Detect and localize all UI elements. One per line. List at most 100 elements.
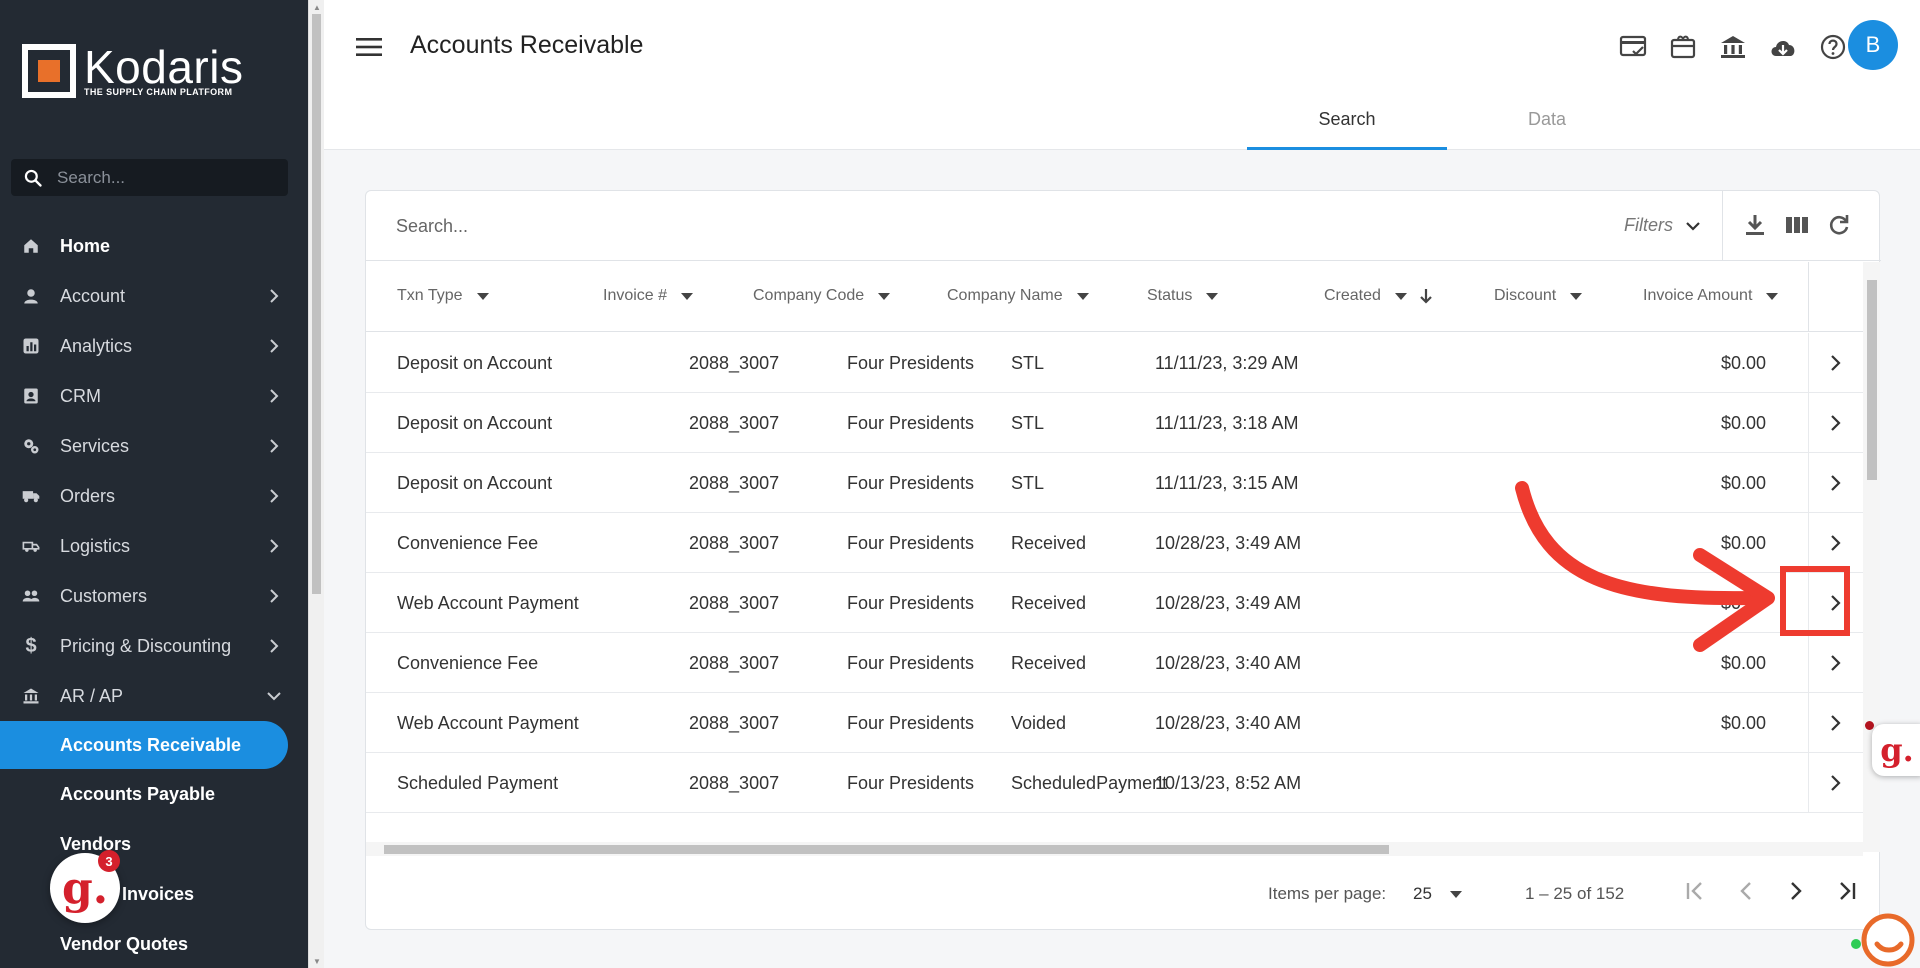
sidebar: Kodaris THE SUPPLY CHAIN PLATFORM Search… <box>0 0 308 968</box>
table-row[interactable]: Web Account Payment 2088_3007 Four Preside… <box>366 693 1863 753</box>
sidebar-subitem-accounts-payable[interactable]: Accounts Payable <box>0 769 308 819</box>
sidebar-nav: Home Account Analytics CRM Services Orde… <box>0 221 308 968</box>
search-icon <box>24 169 42 187</box>
cell-company-code: 2088_3007 <box>689 653 780 673</box>
kodaris-logo[interactable]: Kodaris THE SUPPLY CHAIN PLATFORM <box>22 44 243 98</box>
sidebar-subitem-vendor-quotes[interactable]: Vendor Quotes <box>0 919 308 968</box>
table-row[interactable]: Web Account Payment 2088_3007 Four Preside… <box>366 573 1863 633</box>
previous-page-icon[interactable] <box>1732 877 1760 905</box>
row-open-chevron-icon[interactable] <box>1808 693 1863 752</box>
column-header-company-code[interactable]: Company Code <box>753 287 891 305</box>
scroll-down-arrow-icon[interactable]: ▼ <box>313 957 321 966</box>
notification-count-badge: 3 <box>98 850 120 872</box>
column-header-status[interactable]: Status <box>1147 287 1219 305</box>
caret-down-icon <box>1206 292 1219 300</box>
caret-down-icon <box>476 292 489 300</box>
vertical-scroll-thumb[interactable] <box>1867 280 1877 480</box>
sidebar-item-services[interactable]: Services <box>0 421 308 471</box>
sidebar-item-ar-ap[interactable]: AR / AP <box>0 671 308 721</box>
sort-descending-icon[interactable] <box>1419 288 1433 304</box>
bank-icon[interactable] <box>1718 32 1748 62</box>
cell-status: STL <box>1011 413 1045 433</box>
column-header-invoice-amount[interactable]: Invoice Amount <box>1643 287 1779 305</box>
table-horizontal-scrollbar[interactable] <box>366 842 1863 856</box>
column-label: Invoice Amount <box>1643 287 1753 304</box>
gift-card-icon[interactable] <box>1668 32 1698 62</box>
results-card: Search... Filters Txn Type Invoice # Com… <box>365 190 1881 930</box>
download-icon[interactable] <box>1741 211 1769 239</box>
caret-down-icon <box>681 292 694 300</box>
table-row[interactable]: Deposit on Account 2088_3007 Four Presiden… <box>366 333 1863 393</box>
row-open-chevron-icon[interactable] <box>1808 513 1863 572</box>
sidebar-scrollbar-thumb[interactable] <box>312 14 321 594</box>
tab-search[interactable]: Search <box>1247 100 1447 150</box>
cell-company-name: Four Presidents <box>847 773 975 793</box>
row-open-chevron-icon[interactable] <box>1808 393 1863 452</box>
horizontal-scroll-thumb[interactable] <box>384 845 1389 854</box>
guide-side-tab[interactable]: g. <box>1872 724 1920 776</box>
sidebar-item-home[interactable]: Home <box>0 221 308 271</box>
sidebar-search-input[interactable]: Search... <box>11 159 288 196</box>
row-open-chevron-icon[interactable] <box>1808 753 1863 812</box>
sidebar-item-label: Analytics <box>60 335 133 356</box>
header-actions <box>1618 32 1848 62</box>
column-header-txn-type[interactable]: Txn Type <box>397 287 489 305</box>
pager-buttons <box>1682 877 1860 905</box>
card-check-icon[interactable] <box>1618 32 1648 62</box>
user-avatar[interactable]: B <box>1848 20 1898 70</box>
column-header-created[interactable]: Created <box>1324 287 1433 305</box>
bank-icon <box>22 687 40 705</box>
table-row[interactable]: Convenience Fee 2088_3007 Four Presidents R… <box>366 633 1863 693</box>
sidebar-item-pricing[interactable]: $ Pricing & Discounting <box>0 621 308 671</box>
sidebar-item-customers[interactable]: Customers <box>0 571 308 621</box>
sidebar-subitem-accounts-receivable[interactable]: Accounts Receivable <box>0 721 288 769</box>
chat-support-icon[interactable] <box>1855 908 1917 968</box>
table-row[interactable]: Scheduled Payment 2088_3007 Four President… <box>366 753 1863 813</box>
hamburger-menu-icon[interactable] <box>356 36 382 58</box>
column-header-company-name[interactable]: Company Name <box>947 287 1089 305</box>
sidebar-item-account[interactable]: Account <box>0 271 308 321</box>
cell-company-code: 2088_3007 <box>689 413 780 433</box>
cell-txn-type: Deposit on Account <box>397 353 553 373</box>
items-per-page-value: 25 <box>1413 884 1432 903</box>
sidebar-scrollbar[interactable]: ▲ ▼ <box>308 0 324 968</box>
status-dot <box>1865 721 1874 730</box>
sidebar-item-logistics[interactable]: Logistics <box>0 521 308 571</box>
row-open-chevron-icon[interactable] <box>1808 633 1863 692</box>
sidebar-item-analytics[interactable]: Analytics <box>0 321 308 371</box>
cell-status: STL <box>1011 473 1045 493</box>
contacts-icon <box>22 387 40 405</box>
table-row[interactable]: Convenience Fee 2088_3007 Four Presidents R… <box>366 513 1863 573</box>
sidebar-item-crm[interactable]: CRM <box>0 371 308 421</box>
sidebar-subitem-vendors[interactable]: Vendors <box>0 819 308 869</box>
column-header-discount[interactable]: Discount <box>1494 287 1583 305</box>
first-page-icon[interactable] <box>1682 877 1710 905</box>
columns-icon[interactable] <box>1783 211 1811 239</box>
chevron-right-icon <box>270 439 279 453</box>
cell-status: STL <box>1011 353 1045 373</box>
column-header-invoice[interactable]: Invoice # <box>603 287 694 305</box>
items-per-page-select[interactable]: 25 <box>1413 884 1462 904</box>
people-icon <box>22 587 40 605</box>
table-row[interactable]: Deposit on Account 2088_3007 Four Presiden… <box>366 453 1863 513</box>
toolbar-divider <box>1722 191 1723 261</box>
chevron-right-icon <box>270 489 279 503</box>
sidebar-subitem-invoices[interactable]: Invoices <box>0 869 308 919</box>
table-row[interactable]: Deposit on Account 2088_3007 Four Presiden… <box>366 393 1863 453</box>
row-open-chevron-icon[interactable] <box>1808 453 1863 512</box>
filters-dropdown[interactable]: Filters <box>1624 215 1701 236</box>
cell-company-name: Four Presidents <box>847 353 975 373</box>
sidebar-item-orders[interactable]: Orders <box>0 471 308 521</box>
tab-data[interactable]: Data <box>1447 100 1647 150</box>
last-page-icon[interactable] <box>1832 877 1860 905</box>
row-open-chevron-icon[interactable] <box>1808 333 1863 392</box>
refresh-icon[interactable] <box>1825 211 1853 239</box>
table-search-input[interactable]: Search... <box>396 216 468 237</box>
help-icon[interactable] <box>1818 32 1848 62</box>
chevron-right-icon <box>270 539 279 553</box>
next-page-icon[interactable] <box>1782 877 1810 905</box>
home-icon <box>22 237 40 255</box>
cell-txn-type: Convenience Fee <box>397 533 539 553</box>
scroll-up-arrow-icon[interactable]: ▲ <box>313 3 321 12</box>
cloud-download-icon[interactable] <box>1768 32 1798 62</box>
